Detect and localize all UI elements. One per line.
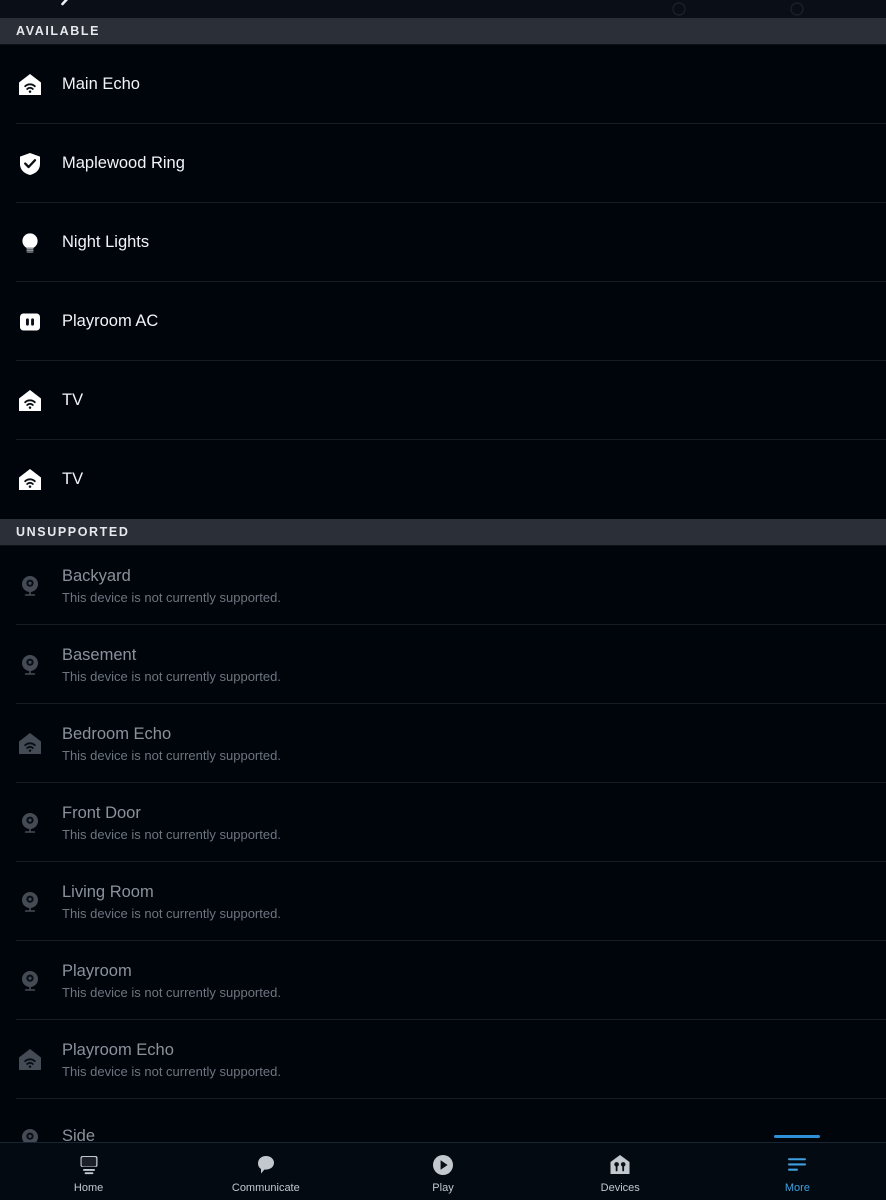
header-action-icon-2[interactable] (790, 2, 804, 16)
device-status: This device is not currently supported. (62, 905, 281, 921)
list-item[interactable]: Maplewood Ring (0, 124, 886, 203)
header-action-icon-1[interactable] (672, 2, 686, 16)
section-header-unsupported: UNSUPPORTED (0, 519, 886, 546)
device-name: Bedroom Echo (62, 724, 172, 743)
device-name: Playroom AC (62, 312, 159, 330)
section-header-available: AVAILABLE (0, 18, 886, 45)
device-list[interactable]: Main Echo Maplewood Ring Night Lights Pl… (0, 45, 886, 1142)
echo-house-wifi-icon (16, 71, 44, 99)
device-status: This device is not currently supported. (62, 747, 281, 763)
device-name: Maplewood Ring (62, 154, 185, 172)
device-name: TV (62, 470, 84, 488)
list-item[interactable]: TV (0, 440, 886, 519)
list-item[interactable]: Front Door This device is not currently … (0, 783, 886, 862)
list-item[interactable]: Basement This device is not currently su… (0, 625, 886, 704)
camera-icon (16, 572, 44, 600)
echo-device-icon (77, 1152, 101, 1178)
list-item[interactable]: Playroom This device is not currently su… (0, 941, 886, 1020)
top-bar-sliver (0, 0, 886, 18)
device-name: TV (62, 391, 84, 409)
device-name: Basement (62, 645, 137, 664)
camera-icon (16, 1125, 44, 1142)
camera-icon (16, 651, 44, 679)
nav-tab-home[interactable]: Home (0, 1143, 177, 1200)
device-name: Living Room (62, 882, 154, 901)
echo-house-wifi-icon (16, 466, 44, 494)
nav-tab-play[interactable]: Play (354, 1143, 531, 1200)
list-item[interactable]: Backyard This device is not currently su… (0, 546, 886, 625)
device-name: Playroom (62, 961, 132, 980)
light-bulb-icon (16, 229, 44, 257)
list-item[interactable]: Side (0, 1099, 886, 1142)
device-name: Backyard (62, 566, 131, 585)
echo-house-wifi-icon (16, 730, 44, 758)
devices-house-icon (608, 1152, 632, 1178)
device-status: This device is not currently supported. (62, 668, 281, 684)
nav-tab-label: More (784, 1181, 810, 1194)
device-status: This device is not currently supported. (62, 826, 281, 842)
shield-check-icon (16, 150, 44, 178)
hamburger-menu-icon (785, 1152, 809, 1178)
list-item[interactable]: Bedroom Echo This device is not currentl… (0, 704, 886, 783)
nav-tab-label: Play (432, 1181, 454, 1194)
list-item[interactable]: Playroom Echo This device is not current… (0, 1020, 886, 1099)
nav-tab-label: Communicate (231, 1181, 300, 1194)
nav-tab-label: Devices (600, 1181, 640, 1194)
echo-house-wifi-icon (16, 387, 44, 415)
echo-house-wifi-icon (16, 1046, 44, 1074)
device-name: Front Door (62, 803, 141, 822)
device-status: This device is not currently supported. (62, 589, 281, 605)
nav-tab-devices[interactable]: Devices (532, 1143, 709, 1200)
bottom-navigation-bar: Home Communicate Play Devices More (0, 1135, 886, 1200)
device-name: Main Echo (62, 75, 140, 93)
active-tab-indicator (774, 1135, 821, 1138)
device-name: Side (62, 1127, 96, 1142)
nav-tab-communicate[interactable]: Communicate (177, 1143, 354, 1200)
device-status: This device is not currently supported. (62, 1063, 281, 1079)
camera-icon (16, 888, 44, 916)
power-outlet-icon (16, 308, 44, 336)
device-status: This device is not currently supported. (62, 984, 281, 1000)
list-item[interactable]: Playroom AC (0, 282, 886, 361)
speech-bubble-icon (254, 1152, 278, 1178)
section-title: UNSUPPORTED (16, 525, 130, 539)
play-circle-icon (431, 1152, 455, 1178)
list-item[interactable]: Main Echo (0, 45, 886, 124)
list-item[interactable]: Living Room This device is not currently… (0, 862, 886, 941)
list-item[interactable]: TV (0, 361, 886, 440)
back-chevron-icon[interactable] (58, 0, 74, 12)
list-item[interactable]: Night Lights (0, 203, 886, 282)
nav-tab-label: Home (73, 1181, 104, 1194)
device-list-screen: AVAILABLE Main Echo Maplewood Ring Night… (0, 0, 886, 1200)
camera-icon (16, 967, 44, 995)
device-name: Playroom Echo (62, 1040, 174, 1059)
device-name: Night Lights (62, 233, 150, 251)
section-title: AVAILABLE (16, 24, 101, 38)
nav-tab-more[interactable]: More (709, 1135, 886, 1200)
camera-icon (16, 809, 44, 837)
